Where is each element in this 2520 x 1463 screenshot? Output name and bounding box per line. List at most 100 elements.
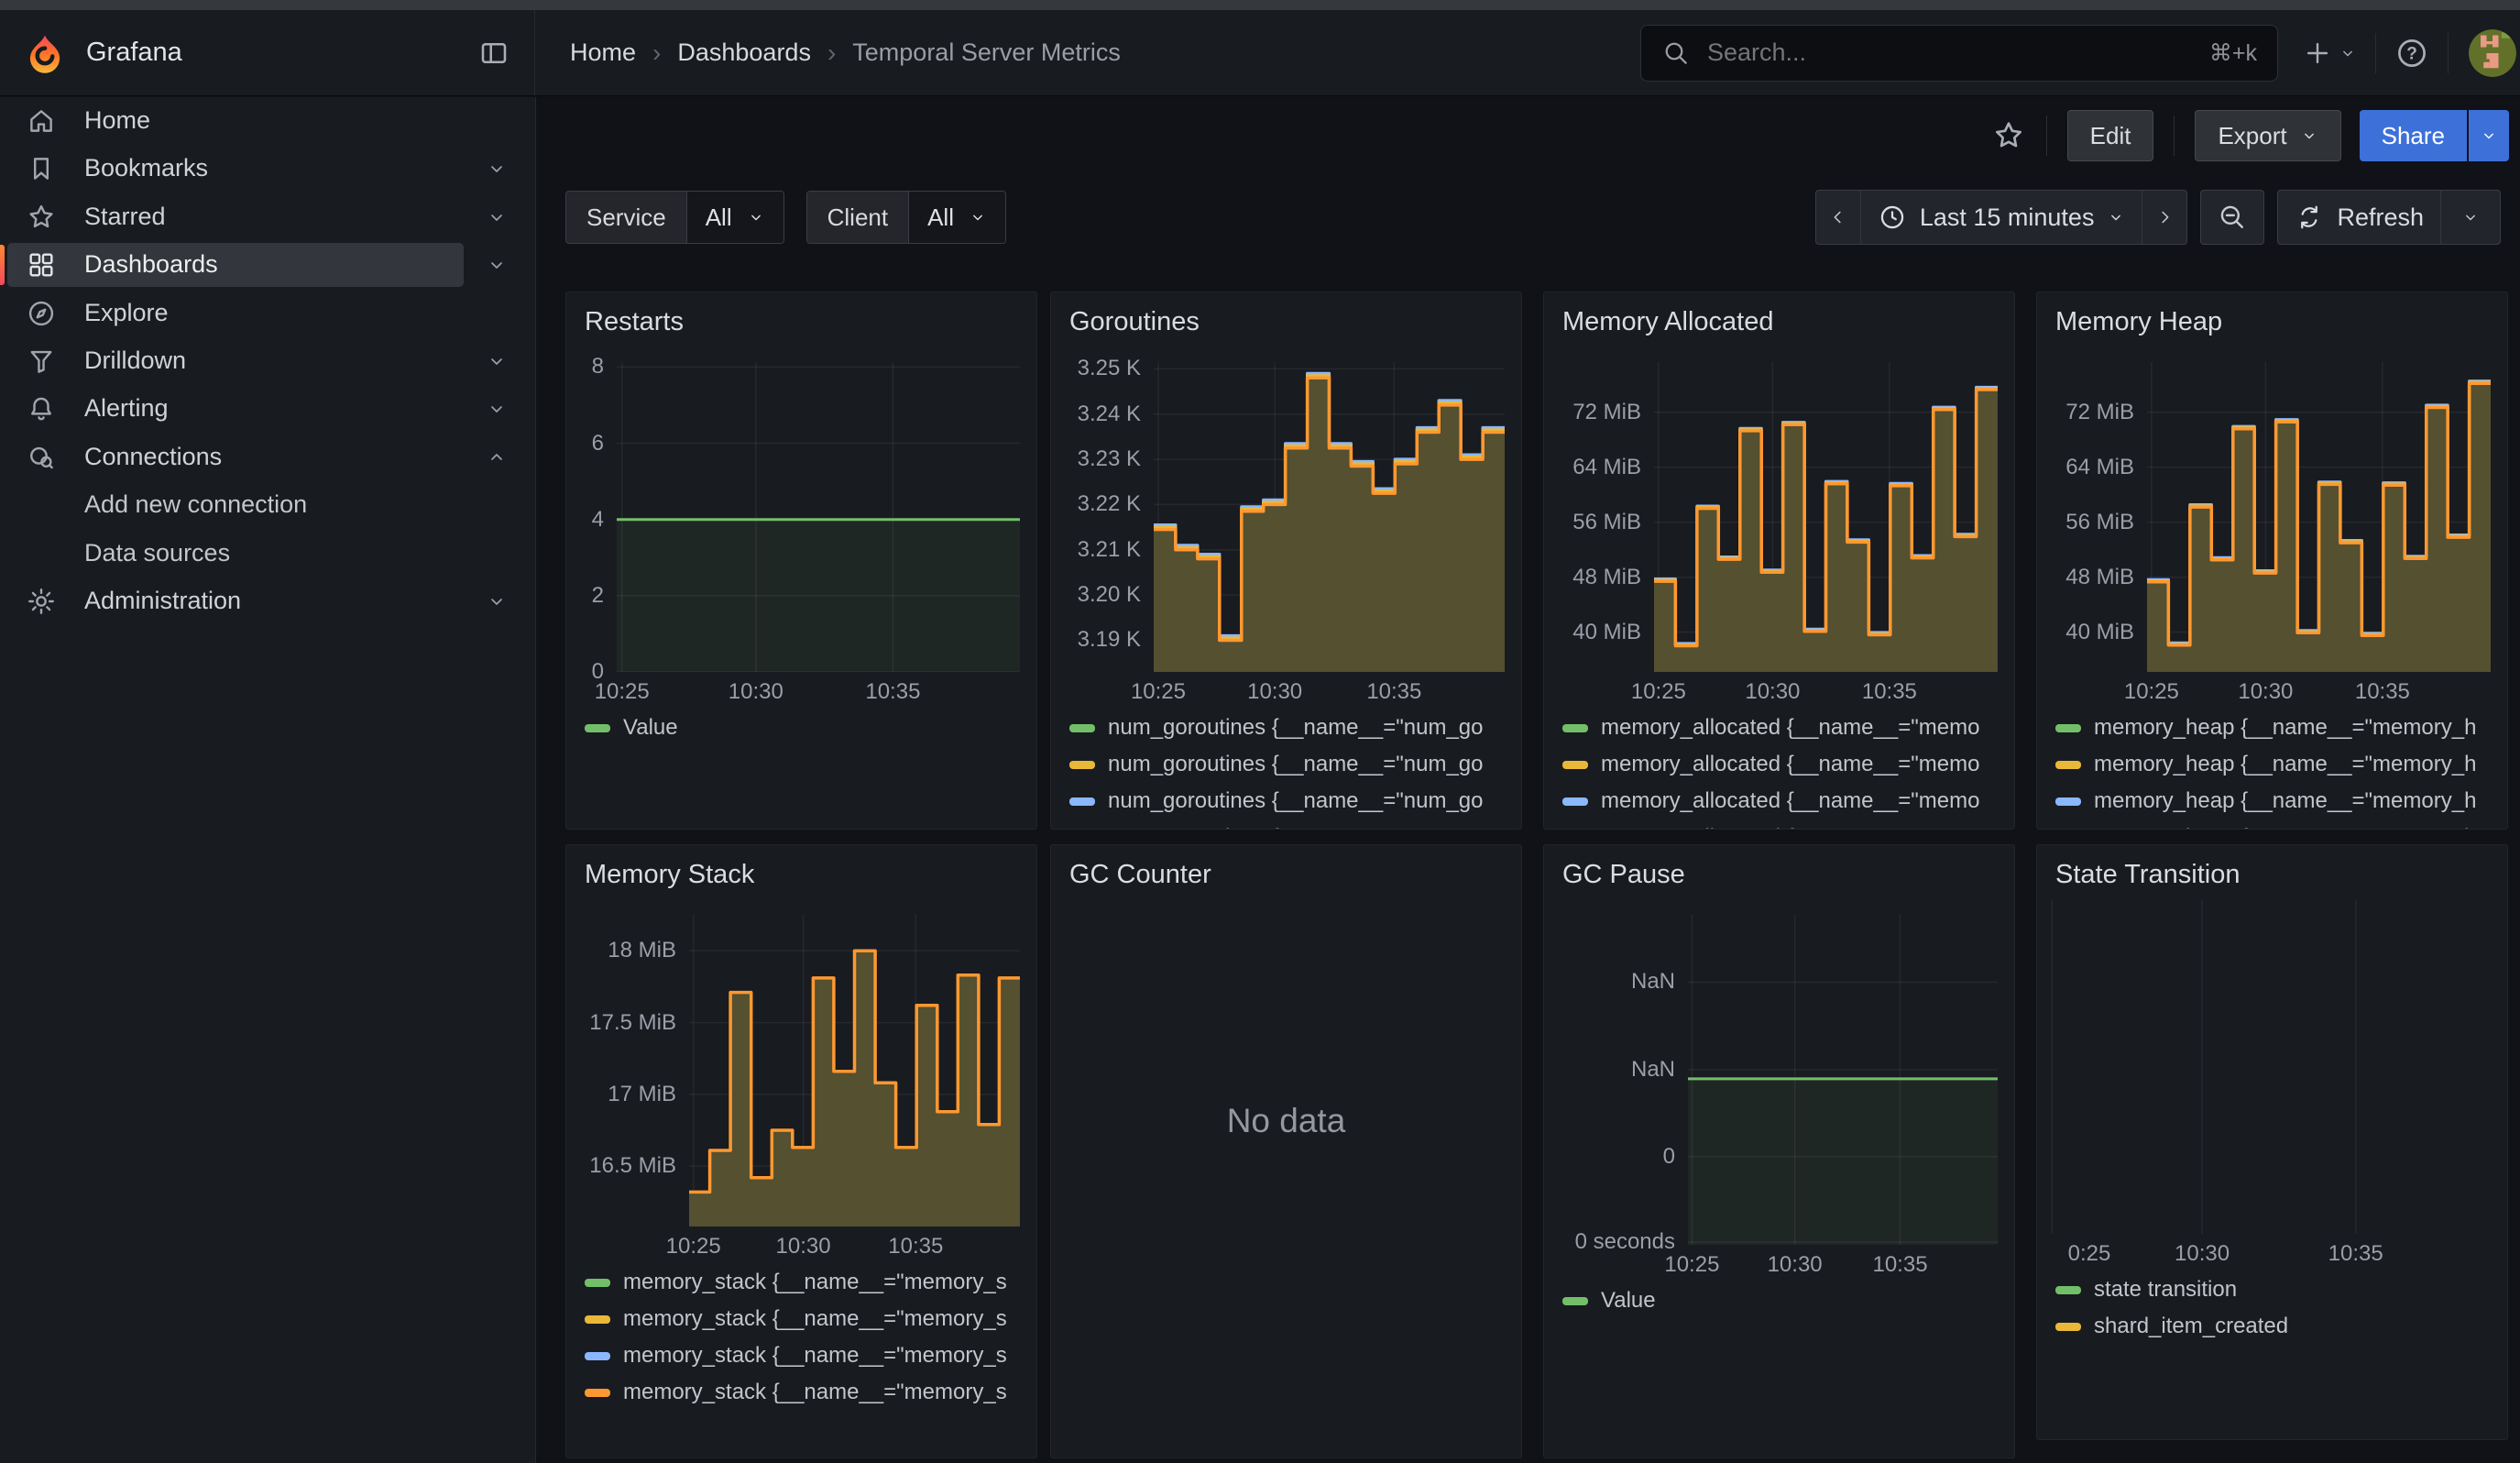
favorite-dashboard-button[interactable] [1991,118,2026,153]
legend-series-label: num_goroutines {__name__="num_go [1108,715,1484,741]
chart-plot-area[interactable] [2147,362,2491,672]
sidebar-item-alerting[interactable]: Alerting [0,387,535,431]
legend-item[interactable]: shard_item_created [2055,1311,2494,1342]
legend-item[interactable]: memory_heap {__name__="memory_h [2055,786,2494,817]
sidebar-subitem-add-new-connection[interactable]: Add new connection [0,483,535,527]
legend-item[interactable]: num_goroutines {__name__="num_go [1069,786,1508,817]
panel-title: GC Pause [1562,860,1685,890]
panel-title: Memory Allocated [1562,307,1774,337]
legend-item[interactable]: memory_heap {__name__="memory_h [2055,712,2494,743]
legend-series-marker [2055,1286,2081,1294]
variable-client-select[interactable]: All [908,192,1005,243]
x-axis-label: 10:30 [706,679,806,705]
refresh-button[interactable]: Refresh [2278,191,2440,244]
export-button[interactable]: Export [2195,110,2340,161]
search-input[interactable] [1705,38,2209,68]
refresh-interval-button[interactable] [2440,191,2500,244]
legend-item[interactable]: memory_stack {__name__="memory_s [585,1340,1024,1371]
share-button[interactable]: Share [2360,110,2467,161]
y-axis-label: 3.21 K [1051,536,1141,564]
legend-series-label: memory_heap {__name__="memory_h [2094,825,2476,830]
legend-series-marker [585,724,610,732]
chart-plot-area[interactable] [689,915,1020,1226]
chevron-down-icon[interactable] [486,254,508,276]
legend-series-marker [1069,761,1095,769]
chart-plot-area[interactable] [1154,362,1505,672]
legend-item[interactable]: memory_allocated {__name__="memo [1562,786,2001,817]
edit-button[interactable]: Edit [2067,110,2154,161]
chevron-down-icon[interactable] [486,350,508,372]
sidebar-item-label: Alerting [84,394,169,423]
legend-item[interactable]: num_goroutines {__name__="num_go [1069,749,1508,780]
help-button[interactable]: ? [2394,36,2429,71]
x-axis-label: 10:35 [2332,679,2433,705]
chart-plot-area[interactable] [1688,915,1998,1245]
x-axis-label: 10:30 [2152,1241,2252,1267]
legend-item[interactable]: Value [585,712,1024,743]
home-icon [26,105,57,137]
chevron-down-icon[interactable] [486,398,508,420]
sidebar-item-connections[interactable]: Connections [0,435,535,479]
breadcrumb-dashboards[interactable]: Dashboards [677,38,811,67]
legend-item[interactable]: memory_allocated {__name__="memo [1562,749,2001,780]
x-axis-label: 10:35 [1839,679,1940,705]
y-axis-label: 72 MiB [1544,399,1641,426]
legend-item[interactable]: Value [1562,1285,2001,1316]
sidebar-item-starred[interactable]: Starred [0,195,535,239]
chevron-down-icon[interactable] [486,206,508,228]
search-input-box[interactable]: ⌘+k [1640,25,2278,82]
y-axis-label: 3.25 K [1051,355,1141,382]
sidebar-item-dashboards[interactable]: Dashboards [0,243,535,287]
breadcrumb: Home › Dashboards › Temporal Server Metr… [570,38,1121,68]
user-avatar[interactable] [2469,29,2516,77]
chevron-left-icon [1828,207,1848,227]
legend-item[interactable]: memory_stack {__name__="memory_s [585,1304,1024,1335]
y-axis-label: 8 [566,353,604,380]
time-shift-forward-button[interactable] [2142,191,2186,244]
x-axis-label: 10:25 [1608,679,1709,705]
legend-item[interactable]: state transition [2055,1274,2494,1305]
share-options-button[interactable] [2469,110,2509,161]
sidebar-item-drilldown[interactable]: Drilldown [0,339,535,383]
legend-item[interactable]: memory_stack {__name__="memory_s [585,1267,1024,1298]
breadcrumb-home[interactable]: Home [570,38,636,67]
chart-plot-area[interactable] [2046,900,2498,1234]
legend-item[interactable]: memory_heap {__name__="memory_h [2055,749,2494,780]
time-shift-back-button[interactable] [1816,191,1860,244]
export-button-label: Export [2218,122,2286,150]
variable-service-label: Service [566,192,686,243]
sidebar-item-home[interactable]: Home [0,99,535,143]
sidebar-item-administration[interactable]: Administration [0,579,535,623]
legend-item[interactable]: memory_allocated {__name__="memo [1562,712,2001,743]
chevron-down-icon[interactable] [486,158,508,180]
zoom-out-button[interactable] [2201,191,2263,244]
star-icon [26,202,57,233]
legend-series-marker [585,1352,610,1360]
legend-item[interactable]: memory_allocated {__name__="memo [1562,822,2001,830]
sidebar-item-explore[interactable]: Explore [0,292,535,336]
time-range-picker[interactable]: Last 15 minutes [1860,191,2142,244]
template-variables: Service All Client All [565,191,1006,244]
legend-series-label: memory_heap {__name__="memory_h [2094,715,2476,741]
add-new-button[interactable] [2302,38,2357,69]
chevron-up-icon[interactable] [486,446,508,468]
variable-service-select[interactable]: All [686,192,783,243]
legend-item[interactable]: memory_stack {__name__="memory_s [585,1377,1024,1408]
chart-plot-area[interactable] [1654,362,1998,672]
sidebar-subitem-label: Data sources [84,539,230,567]
chart-plot-area[interactable] [617,362,1020,672]
panel-title: Memory Heap [2055,307,2222,337]
svg-text:?: ? [2406,44,2417,63]
chevron-down-icon[interactable] [486,590,508,612]
sidebar-subitem-data-sources[interactable]: Data sources [0,532,535,576]
sidebar-item-bookmarks[interactable]: Bookmarks [0,147,535,191]
mega-menu-toggle-button[interactable] [477,37,510,70]
nav-actions: ⌘+k ? [1640,25,2520,82]
legend-item[interactable]: memory_heap {__name__="memory_h [2055,822,2494,830]
x-axis-label: 10:25 [1108,679,1209,705]
nav-divider [2448,33,2449,73]
legend-item[interactable]: num_goroutines {__name__="num_go [1069,712,1508,743]
legend-item[interactable]: num_goroutines {__name__="num_go [1069,822,1508,830]
legend-series-label: memory_allocated {__name__="memo [1601,752,1979,777]
panel-title: Restarts [585,307,684,337]
